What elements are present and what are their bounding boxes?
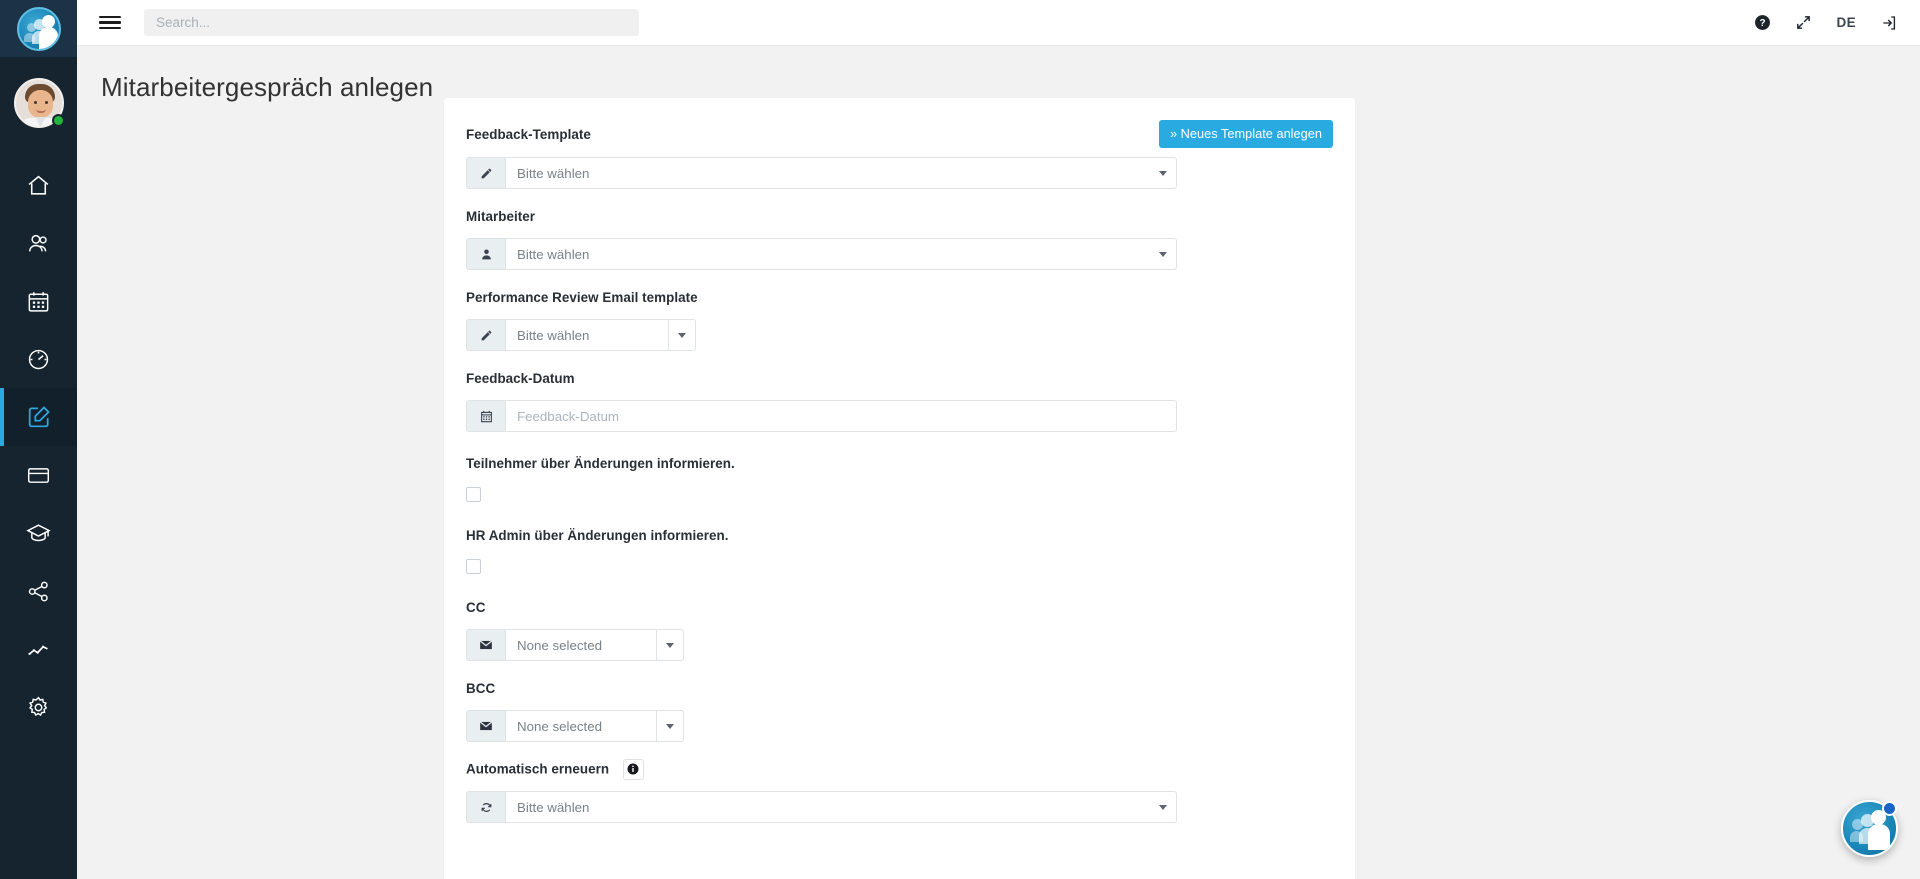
home-icon: [26, 173, 51, 198]
feedback-template-select[interactable]: Bitte wählen: [466, 157, 1177, 189]
auto-renew-label: Automatisch erneuern: [466, 761, 609, 776]
topbar: ? DE: [77, 0, 1920, 46]
field-notify-hr-admin: HR Admin über Änderungen informieren.: [466, 522, 1333, 574]
feedback-date-label: Feedback-Datum: [466, 371, 575, 386]
create-review-form-card: Feedback-Template » Neues Template anleg…: [444, 98, 1355, 879]
logo-icon: [17, 7, 61, 51]
share-nodes-icon: [26, 579, 51, 604]
logout-icon[interactable]: [1880, 14, 1898, 32]
hamburger-menu-icon[interactable]: [99, 12, 121, 34]
notify-participants-checkbox[interactable]: [466, 487, 481, 502]
feedback-template-label: Feedback-Template: [466, 127, 591, 142]
sidebar-item-settings[interactable]: [0, 678, 77, 736]
chevron-down-icon[interactable]: [1150, 238, 1177, 270]
cc-value: None selected: [505, 629, 657, 661]
email-template-label: Performance Review Email template: [466, 290, 698, 305]
chevron-down-icon[interactable]: [657, 629, 684, 661]
fullscreen-icon[interactable]: [1795, 14, 1812, 31]
speedometer-icon: [26, 347, 51, 372]
notify-hr-admin-checkbox[interactable]: [466, 559, 481, 574]
user-icon: [466, 238, 505, 270]
search-input[interactable]: [144, 9, 639, 36]
field-employee: Mitarbeiter Bitte wählen: [466, 203, 1333, 270]
graduation-cap-icon: [26, 521, 51, 546]
cc-select[interactable]: None selected: [466, 629, 684, 661]
credit-card-icon: [26, 463, 51, 488]
bcc-label: BCC: [466, 681, 495, 696]
sidebar-item-network[interactable]: [0, 562, 77, 620]
refresh-icon: [466, 791, 505, 823]
help-icon[interactable]: ?: [1754, 14, 1771, 31]
email-template-select[interactable]: Bitte wählen: [466, 319, 696, 351]
employee-value: Bitte wählen: [505, 238, 1150, 270]
chevron-down-icon[interactable]: [657, 710, 684, 742]
bcc-select[interactable]: None selected: [466, 710, 684, 742]
notify-participants-label: Teilnehmer über Änderungen informieren.: [466, 456, 735, 471]
users-icon: [26, 231, 51, 256]
envelope-icon: [466, 629, 505, 661]
chevron-down-icon[interactable]: [1150, 157, 1177, 189]
sidebar: [0, 0, 77, 879]
sidebar-item-feedback[interactable]: [0, 388, 77, 446]
avatar[interactable]: [14, 78, 64, 128]
employee-select[interactable]: Bitte wählen: [466, 238, 1177, 270]
sidebar-item-learning[interactable]: [0, 504, 77, 562]
status-online-indicator: [52, 114, 65, 127]
auto-renew-select[interactable]: Bitte wählen: [466, 791, 1177, 823]
gear-icon: [26, 695, 51, 720]
field-feedback-template: Feedback-Template » Neues Template anleg…: [466, 120, 1333, 189]
envelope-icon: [466, 710, 505, 742]
field-cc: CC None selected: [466, 594, 1333, 661]
auto-renew-value: Bitte wählen: [505, 791, 1150, 823]
svg-text:?: ?: [1760, 18, 1766, 29]
topbar-actions: ? DE: [1754, 14, 1898, 32]
sidebar-item-calendar[interactable]: [0, 272, 77, 330]
feedback-date-value: Feedback-Datum: [505, 400, 1177, 432]
field-email-template: Performance Review Email template Bitte …: [466, 284, 1333, 351]
line-chart-icon: [26, 637, 51, 662]
email-template-value: Bitte wählen: [505, 319, 669, 351]
feedback-template-value: Bitte wählen: [505, 157, 1150, 189]
notification-badge: [1882, 801, 1897, 816]
field-bcc: BCC None selected: [466, 675, 1333, 742]
employee-label: Mitarbeiter: [466, 209, 535, 224]
edit-square-icon: [26, 404, 52, 430]
sidebar-item-analytics[interactable]: [0, 620, 77, 678]
language-selector[interactable]: DE: [1836, 15, 1856, 30]
field-feedback-date: Feedback-Datum Feed: [466, 365, 1333, 432]
calendar-icon: [466, 400, 505, 432]
cc-label: CC: [466, 600, 485, 615]
pencil-icon: [466, 157, 505, 189]
field-auto-renew: Automatisch erneuern: [466, 756, 1333, 823]
sidebar-item-dashboard[interactable]: [0, 330, 77, 388]
app-root: ? DE Mitarbeitergespräch anlegen: [0, 0, 1920, 879]
feedback-date-input[interactable]: Feedback-Datum: [466, 400, 1177, 432]
support-chat-widget[interactable]: [1841, 800, 1898, 857]
calendar-icon: [26, 289, 51, 314]
pencil-icon: [466, 319, 505, 351]
bcc-value: None selected: [505, 710, 657, 742]
sidebar-item-home[interactable]: [0, 156, 77, 214]
company-logo[interactable]: [0, 0, 77, 57]
info-icon[interactable]: [623, 759, 644, 780]
chevron-down-icon[interactable]: [1150, 791, 1177, 823]
sidebar-nav: [0, 156, 77, 879]
sidebar-item-users[interactable]: [0, 214, 77, 272]
sidebar-item-payroll[interactable]: [0, 446, 77, 504]
field-notify-participants: Teilnehmer über Änderungen informieren.: [466, 450, 1333, 502]
notify-hr-admin-label: HR Admin über Änderungen informieren.: [466, 528, 728, 543]
chevron-down-icon[interactable]: [669, 319, 696, 351]
page-content: Mitarbeitergespräch anlegen Feedback-Tem…: [77, 46, 1920, 879]
new-template-button[interactable]: » Neues Template anlegen: [1159, 120, 1333, 148]
